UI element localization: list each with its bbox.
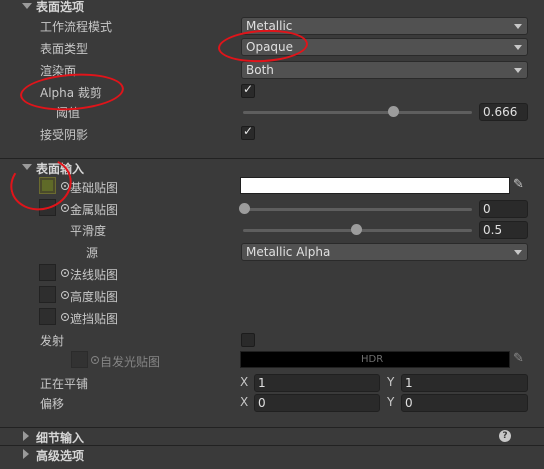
occlusion-map-texture-slot[interactable] (39, 308, 56, 325)
tiling-x-input[interactable]: 1 (254, 374, 380, 392)
object-picker-icon[interactable] (61, 269, 69, 277)
checkmark-icon: ✓ (243, 124, 254, 138)
metallic-slider-track[interactable] (243, 208, 472, 211)
object-picker-icon[interactable] (91, 356, 99, 364)
offset-x-value: 0 (258, 396, 266, 410)
advanced-options-header[interactable]: 高级选项 (0, 445, 544, 463)
smoothness-label: 平滑度 (70, 224, 107, 238)
tiling-x-value: 1 (258, 376, 266, 390)
emission-map-texture-slot[interactable] (71, 351, 88, 368)
eyedropper-icon[interactable]: ✎ (513, 351, 524, 366)
help-icon[interactable]: ? (499, 430, 511, 442)
tiling-label: 正在平铺 (40, 377, 89, 391)
annotation-circle-alpha-clip (18, 70, 126, 114)
object-picker-icon[interactable] (61, 291, 69, 299)
source-dropdown[interactable]: Metallic Alpha (241, 243, 528, 261)
checkmark-icon: ✓ (243, 82, 254, 96)
source-label: 源 (86, 246, 99, 260)
eyedropper-icon[interactable]: ✎ (513, 177, 524, 192)
object-picker-icon[interactable] (61, 204, 69, 212)
tiling-y-input[interactable]: 1 (401, 374, 528, 392)
metallic-input[interactable]: 0 (479, 200, 528, 218)
annotation-circle-surface-type (217, 27, 309, 65)
offset-x-input[interactable]: 0 (254, 394, 380, 412)
collapse-arrow-icon[interactable] (22, 3, 32, 9)
tiling-y-label: Y (387, 375, 395, 389)
base-map-color-field[interactable] (240, 177, 510, 194)
alpha-clip-checkbox[interactable]: ✓ (241, 82, 255, 98)
dropdown-arrow-icon (514, 45, 522, 50)
hdr-label: HDR (361, 354, 384, 365)
render-face-dropdown[interactable]: Both (241, 61, 528, 79)
emission-label: 发射 (40, 334, 65, 348)
threshold-slider-track[interactable] (243, 111, 472, 114)
tiling-y-value: 1 (405, 376, 413, 390)
normal-map-label: 法线贴图 (70, 268, 119, 282)
object-picker-icon[interactable] (61, 313, 69, 321)
base-map-label: 基础贴图 (70, 181, 119, 195)
offset-y-value: 0 (405, 396, 413, 410)
threshold-input[interactable]: 0.666 (479, 103, 528, 121)
offset-y-label: Y (387, 395, 395, 409)
threshold-value: 0.666 (483, 105, 518, 119)
render-face-value: Both (246, 63, 274, 77)
workflow-label: 工作流程模式 (40, 20, 113, 34)
metallic-slider-knob[interactable] (239, 203, 250, 214)
expand-arrow-icon[interactable] (23, 431, 29, 441)
detail-inputs-header[interactable]: 细节输入 ? (0, 427, 544, 445)
occlusion-map-label: 遮挡贴图 (70, 312, 119, 326)
tiling-x-label: X (240, 375, 249, 389)
offset-label: 偏移 (40, 397, 65, 411)
dropdown-arrow-icon (514, 68, 522, 73)
surface-type-label: 表面类型 (40, 42, 89, 56)
threshold-slider-knob[interactable] (388, 106, 399, 117)
metallic-map-label: 金属贴图 (70, 203, 119, 217)
surface-options-header[interactable]: 表面选项 (0, 0, 544, 14)
receive-shadows-checkbox[interactable]: ✓ (241, 124, 255, 140)
smoothness-slider-knob[interactable] (351, 224, 362, 235)
height-map-label: 高度贴图 (70, 290, 119, 304)
detail-inputs-title: 细节输入 (36, 431, 85, 445)
offset-y-input[interactable]: 0 (401, 394, 528, 412)
smoothness-input[interactable]: 0.5 (479, 221, 528, 239)
emission-checkbox[interactable] (241, 333, 255, 347)
source-value: Metallic Alpha (246, 245, 331, 259)
expand-arrow-icon[interactable] (23, 449, 29, 459)
metallic-value: 0 (483, 202, 491, 216)
dropdown-arrow-icon (514, 250, 522, 255)
height-map-texture-slot[interactable] (39, 286, 56, 303)
emission-map-label: 自发光贴图 (100, 355, 161, 369)
normal-map-texture-slot[interactable] (39, 264, 56, 281)
surface-inputs-header[interactable]: 表面输入 (0, 158, 544, 176)
surface-options-title: 表面选项 (36, 0, 85, 14)
smoothness-value: 0.5 (483, 223, 503, 237)
advanced-options-title: 高级选项 (36, 449, 85, 463)
offset-x-label: X (240, 395, 249, 409)
receive-shadows-label: 接受阴影 (40, 128, 89, 142)
emission-color-field[interactable]: HDR (240, 351, 510, 368)
dropdown-arrow-icon (514, 24, 522, 29)
